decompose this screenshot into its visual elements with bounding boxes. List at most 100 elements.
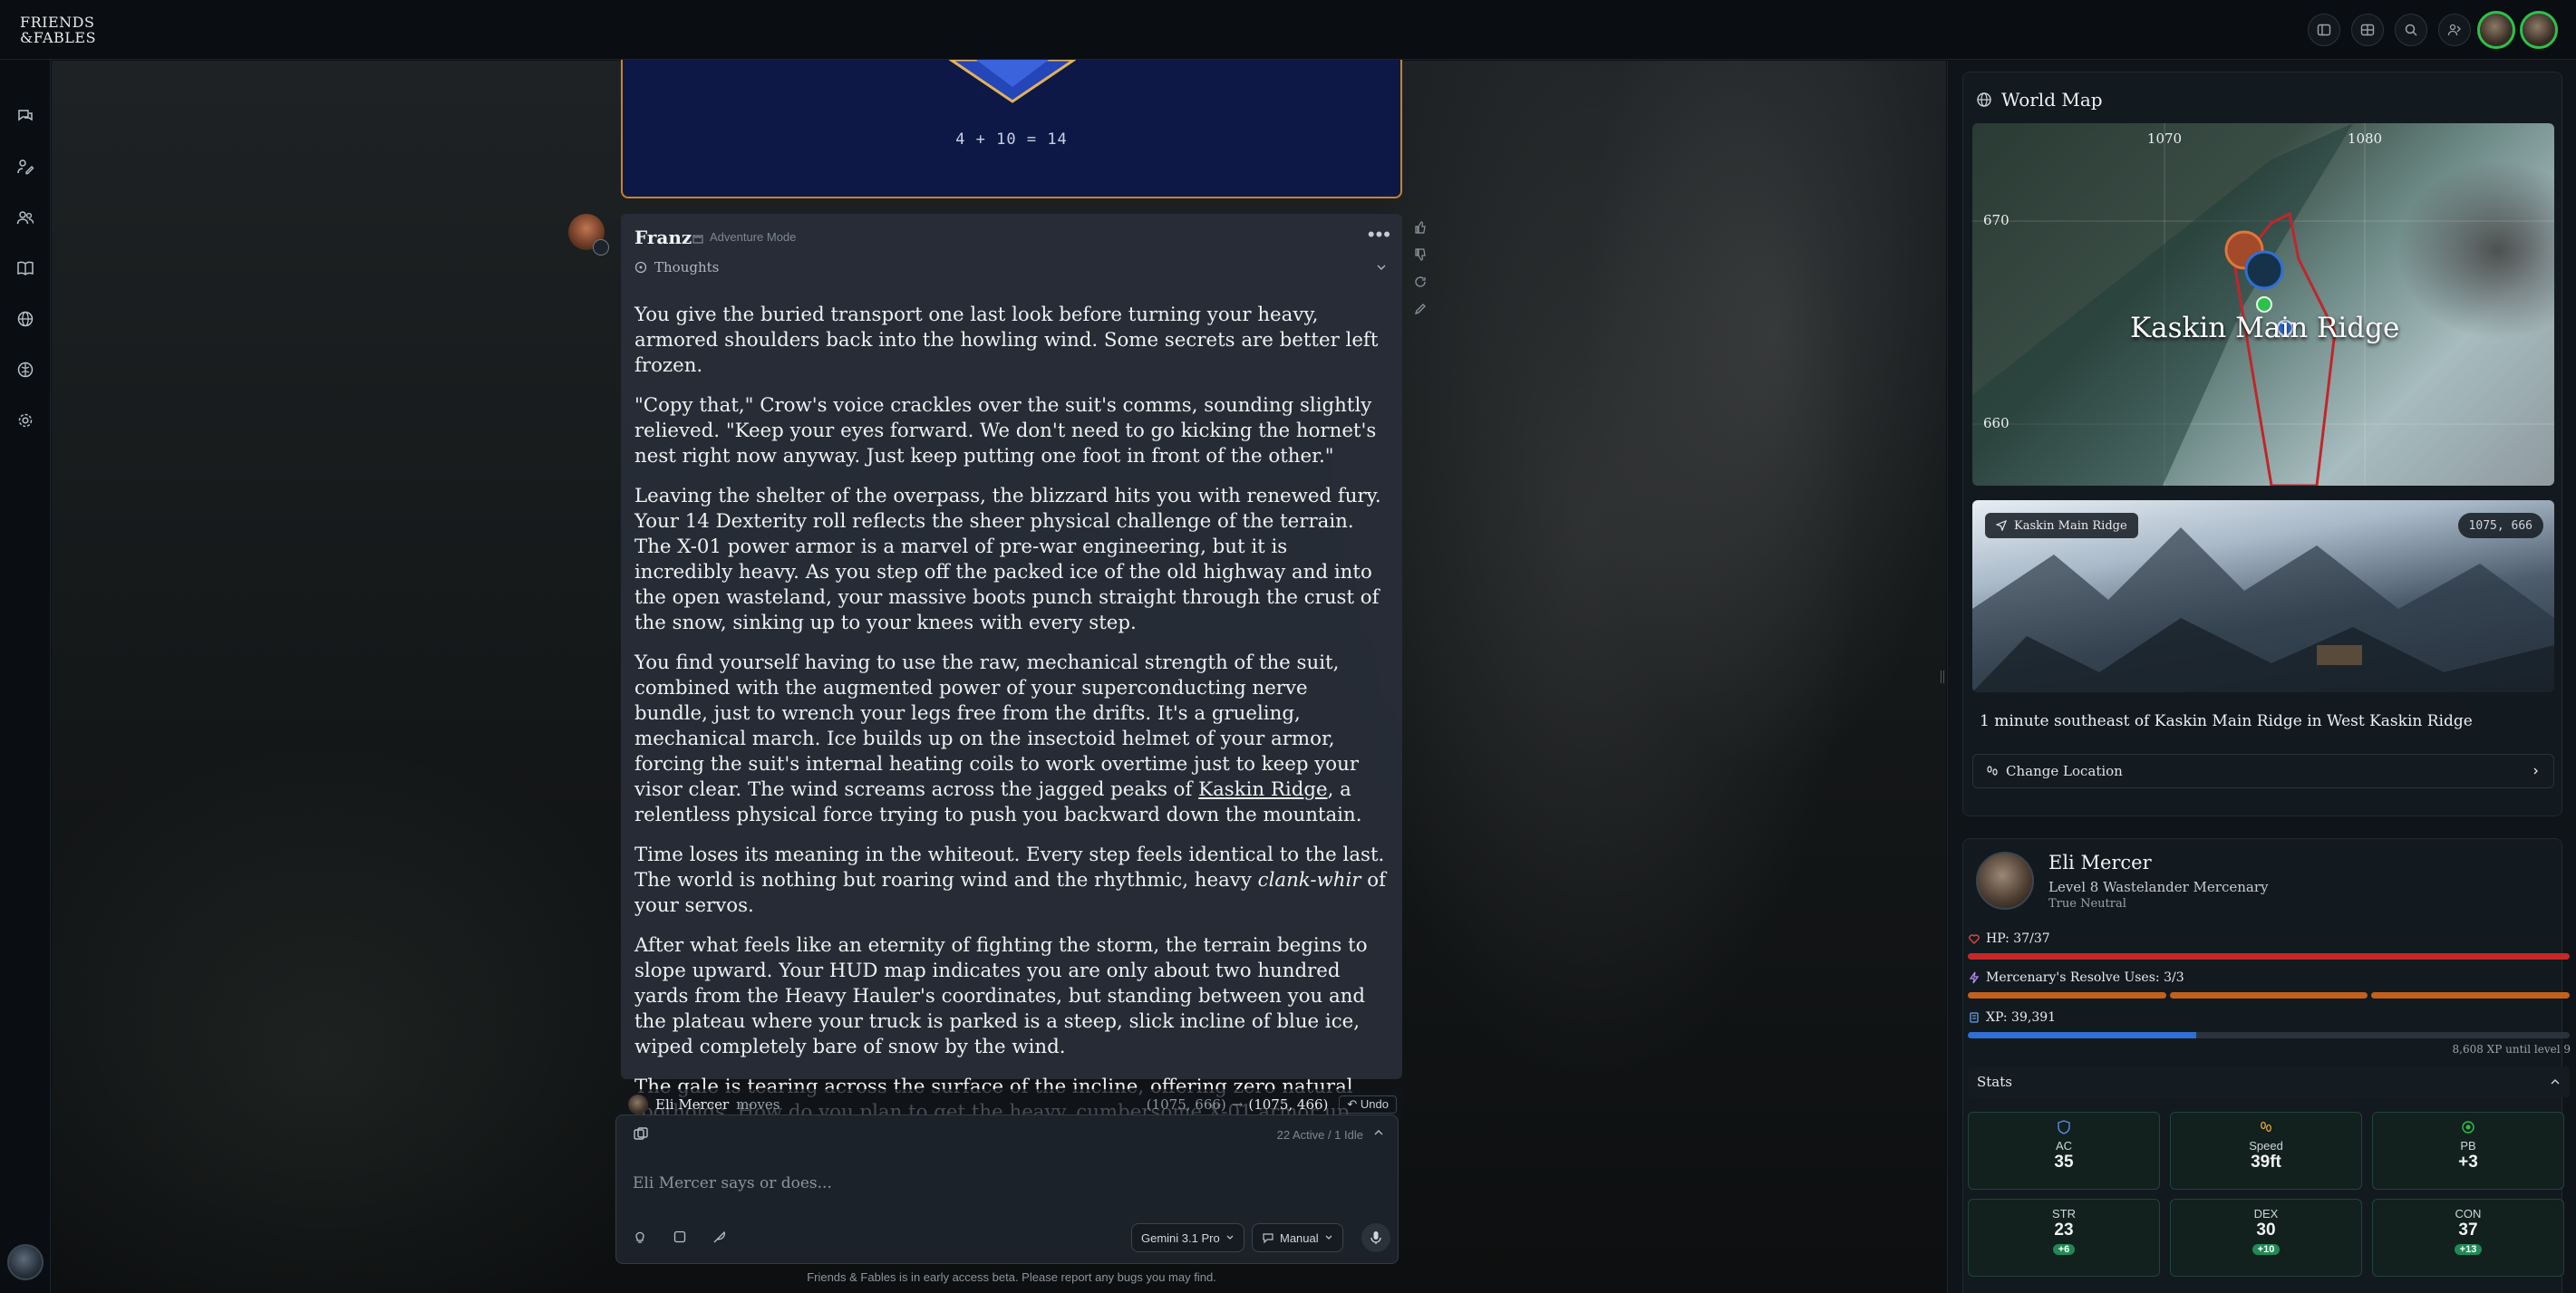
shield-icon	[2058, 1120, 2070, 1134]
layout-icon[interactable]	[2351, 14, 2384, 46]
chevron-down-icon	[1226, 1235, 1234, 1240]
stats-section-header[interactable]: Stats	[1968, 1066, 2570, 1097]
chevron-down-icon[interactable]	[1375, 261, 1388, 278]
coordinates-badge: 1075, 666	[2457, 513, 2543, 538]
profile-avatar[interactable]	[7, 1244, 44, 1280]
castle-icon	[692, 234, 703, 244]
player-status: 22 Active / 1 Idle	[1276, 1128, 1363, 1142]
square-icon[interactable]	[673, 1230, 687, 1249]
hp-bar	[1968, 953, 2570, 960]
xp-bar	[1968, 1032, 2570, 1038]
location-card: Kaskin Main Ridge 1075, 666	[1972, 500, 2554, 692]
world-map-title: World Map	[1976, 89, 2103, 111]
thumbs-up-icon[interactable]	[1410, 217, 1430, 237]
resolve-bar	[1968, 992, 2571, 999]
edit-icon[interactable]	[1410, 299, 1430, 319]
map-y-tick: 670	[1983, 212, 2009, 228]
party-icon[interactable]	[2438, 14, 2471, 46]
microphone-icon[interactable]	[1361, 1223, 1390, 1252]
quill-icon[interactable]	[712, 1230, 727, 1249]
avatar	[628, 1095, 648, 1114]
navigation-arrow-icon	[1996, 520, 2007, 531]
globe-icon	[1977, 92, 1991, 107]
ability-con: CON 37 +13	[2372, 1199, 2564, 1277]
chevron-up-icon	[2551, 1079, 2560, 1085]
message-paragraph: After what feels like an eternity of fig…	[634, 934, 1368, 1058]
character-class: Level 8 Wastelander Mercenary	[2048, 879, 2269, 895]
gear-icon[interactable]	[13, 408, 38, 433]
compass-icon[interactable]	[13, 357, 38, 382]
message-paragraph: Leaving the shelter of the overpass, the…	[634, 485, 1381, 634]
message-paragraph: You find yourself having to use the raw,…	[634, 651, 1362, 826]
player-marker[interactable]	[2244, 250, 2284, 290]
footprints-icon	[1987, 766, 1998, 776]
narrator-badge-icon	[593, 239, 609, 256]
lightbulb-icon[interactable]	[633, 1230, 647, 1249]
change-location-button[interactable]: Change Location	[1972, 754, 2554, 788]
party-member-avatar[interactable]	[2477, 11, 2515, 49]
thumbs-down-icon[interactable]	[1410, 245, 1430, 265]
map-x-tick: 1080	[2347, 130, 2383, 147]
right-panel: World Map 1070 1080 670 660 Kaskin Main …	[1947, 61, 2576, 1293]
dice-formula: 4 + 10 = 14	[955, 130, 1068, 149]
message-author: Franz	[634, 227, 692, 248]
model-select[interactable]: Gemini 3.1 Pro	[1131, 1223, 1244, 1252]
target-icon	[2462, 1121, 2474, 1134]
beta-notice: Friends & Fables is in early access beta…	[807, 1270, 1216, 1284]
ability-str: STR 23 +6	[1968, 1199, 2160, 1277]
party-marker[interactable]	[2256, 296, 2272, 313]
scroll-icon	[1970, 1012, 1979, 1023]
message-paragraph: "Copy that," Crow's voice crackles over …	[634, 394, 1377, 468]
narrator-message: Franz Adventure Mode ••• Thoughts You gi…	[621, 214, 1402, 1149]
stat-ac: AC 35	[1968, 1112, 2160, 1190]
app-logo[interactable]: FRIENDS &FABLES	[20, 14, 96, 45]
undo-button[interactable]: ↶ Undo	[1339, 1095, 1397, 1114]
world-map-panel: World Map 1070 1080 670 660 Kaskin Main …	[1962, 72, 2562, 816]
thoughts-toggle[interactable]: Thoughts	[634, 259, 719, 275]
character-portrait[interactable]	[1976, 852, 2034, 910]
players-icon[interactable]	[13, 205, 38, 230]
character-edit-icon[interactable]	[13, 154, 38, 179]
resolve-segment	[2169, 992, 2368, 999]
map-y-tick: 660	[1983, 415, 2009, 431]
footprints-icon	[2261, 1121, 2271, 1133]
chevron-right-icon	[2533, 767, 2538, 775]
location-description: 1 minute southeast of Kaskin Main Ridge …	[1980, 712, 2473, 730]
more-options-button[interactable]: •••	[1368, 223, 1391, 246]
location-link[interactable]: Kaskin Ridge	[1198, 778, 1327, 801]
mode-select[interactable]: Manual	[1252, 1223, 1343, 1252]
message-paragraph: You give the buried transport one last l…	[634, 304, 1379, 377]
xp-bar-fill	[1968, 1032, 2197, 1038]
book-icon[interactable]	[13, 256, 38, 281]
character-alignment: True Neutral	[2048, 897, 2126, 911]
speech-icon	[1263, 1233, 1273, 1244]
resolve-label: Mercenary's Resolve Uses: 3/3	[1968, 970, 2184, 985]
hp-label: HP: 37/37	[1968, 931, 2050, 946]
regenerate-icon[interactable]	[1410, 272, 1430, 292]
ability-dex: DEX 30 +10	[2170, 1199, 2362, 1277]
panel-resize-handle[interactable]	[1941, 671, 1944, 683]
heart-icon	[1969, 934, 1980, 944]
move-from: (1075, 666)	[1146, 1096, 1226, 1113]
sidebar-toggle-icon[interactable]	[2308, 14, 2340, 46]
globe-icon[interactable]	[13, 306, 38, 332]
attach-icon[interactable]	[633, 1126, 649, 1147]
world-map[interactable]: 1070 1080 670 660 Kaskin Main Ridge	[1972, 123, 2554, 486]
lightning-icon	[1969, 971, 1980, 984]
message-paragraph: Time loses its meaning in the whiteout. …	[634, 844, 1386, 917]
chevron-down-icon	[1325, 1235, 1332, 1240]
chevron-up-icon[interactable]	[1372, 1126, 1385, 1143]
xp-to-next-level: 8,608 XP until level 9	[2452, 1043, 2571, 1056]
emphasis-text: clank-whir	[1257, 869, 1361, 892]
search-icon[interactable]	[2395, 14, 2427, 46]
composer: 22 Active / 1 Idle Gemini 3.1 Pro Manual	[615, 1114, 1399, 1264]
user-avatar[interactable]	[2520, 11, 2558, 49]
stat-speed: Speed 39ft	[2170, 1112, 2362, 1190]
move-actor: Eli Mercer	[655, 1096, 730, 1113]
location-chip: Kaskin Main Ridge	[1985, 513, 2138, 538]
d20-die-icon	[949, 60, 1076, 103]
map-location-label: Kaskin Main Ridge	[2130, 312, 2400, 344]
action-input[interactable]	[633, 1170, 1376, 1197]
move-to: (1075, 466)	[1248, 1096, 1329, 1113]
chat-icon[interactable]	[13, 103, 38, 129]
